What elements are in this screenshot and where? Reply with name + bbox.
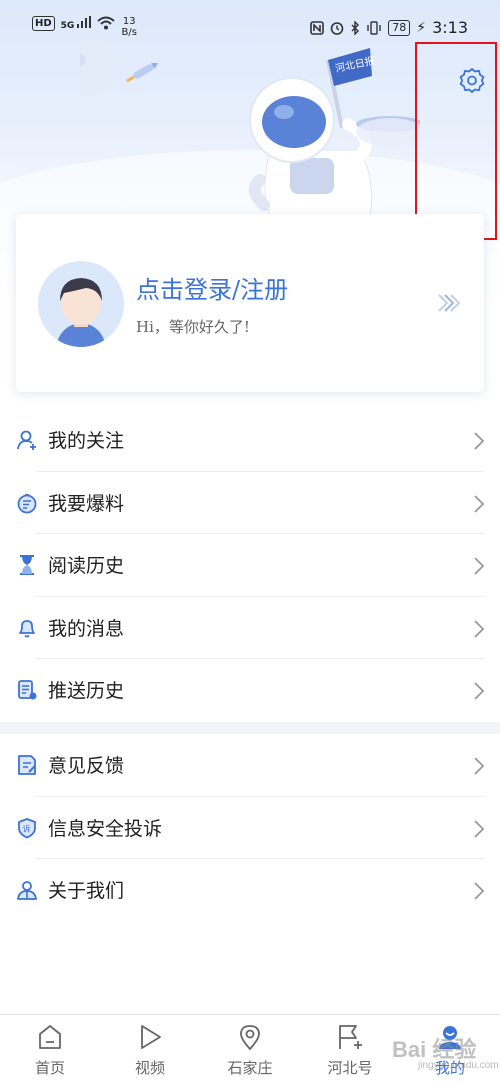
nav-label: 视频 bbox=[134, 1059, 165, 1077]
user-follow-icon bbox=[17, 430, 36, 450]
charging-icon: ⚡ bbox=[416, 19, 427, 36]
battery-level: 78 bbox=[388, 19, 411, 36]
alarm-icon bbox=[330, 21, 344, 35]
clock: 3:13 bbox=[432, 18, 468, 37]
nav-label: 首页 bbox=[34, 1059, 65, 1077]
net-speed-unit: B/s bbox=[121, 27, 137, 38]
menu-group-secondary: 意见反馈 诉 信息安全投诉 关于我们 bbox=[0, 734, 500, 922]
status-left: HD 5G 13 B/s bbox=[32, 16, 137, 38]
profile-icon bbox=[439, 1026, 461, 1049]
bell-icon bbox=[19, 619, 35, 637]
menu-item-my-follow[interactable]: 我的关注 bbox=[0, 409, 500, 472]
play-icon bbox=[141, 1025, 161, 1049]
menu-item-label: 意见反馈 bbox=[48, 755, 125, 777]
nav-label: 我的 bbox=[434, 1059, 465, 1077]
wifi-icon bbox=[97, 16, 116, 30]
astronaut-illustration: 河北日报 bbox=[80, 40, 420, 216]
menu-item-about-us[interactable]: 关于我们 bbox=[0, 859, 500, 922]
login-card[interactable]: 点击登录/注册 Hi，等你好久了! bbox=[16, 214, 484, 392]
menu-item-reading-history[interactable]: 阅读历史 bbox=[0, 534, 500, 597]
location-pin-icon bbox=[240, 1025, 260, 1051]
net-speed-value: 13 bbox=[122, 16, 136, 27]
chevron-right-icon bbox=[474, 494, 485, 513]
nav-label: 河北号 bbox=[327, 1059, 373, 1077]
signal-bars-icon bbox=[77, 16, 92, 28]
bluetooth-icon bbox=[351, 20, 360, 35]
menu-item-label: 阅读历史 bbox=[48, 555, 125, 577]
menu-item-my-messages[interactable]: 我的消息 bbox=[0, 597, 500, 659]
nav-tab-mine[interactable]: 我的 bbox=[400, 1015, 500, 1084]
double-chevron-right-icon bbox=[438, 294, 461, 312]
nav-tab-hebei-account[interactable]: 河北号 bbox=[300, 1015, 400, 1084]
nfc-icon bbox=[310, 20, 325, 35]
nav-tab-home[interactable]: 首页 bbox=[0, 1015, 100, 1084]
menu-section-separator bbox=[0, 722, 500, 734]
flag-plus-icon bbox=[339, 1025, 362, 1049]
gear-icon bbox=[459, 68, 485, 93]
menu-item-security-complaint[interactable]: 诉 信息安全投诉 bbox=[0, 797, 500, 859]
chevron-right-icon bbox=[474, 432, 485, 450]
avatar[interactable] bbox=[38, 261, 124, 347]
signal-indicator: 5G bbox=[61, 16, 92, 31]
chevron-right-icon bbox=[474, 619, 485, 638]
menu-item-report[interactable]: 我要爆料 bbox=[0, 472, 500, 534]
chevron-right-icon bbox=[474, 682, 485, 700]
chevron-right-icon bbox=[474, 882, 485, 900]
menu-group-primary: 我的关注 我要爆料 阅读历史 我的消息 推送历史 bbox=[0, 409, 500, 722]
hourglass-icon bbox=[20, 555, 34, 575]
hd-indicator: HD bbox=[32, 16, 55, 31]
nav-label: 石家庄 bbox=[227, 1059, 273, 1077]
nav-tab-video[interactable]: 视频 bbox=[100, 1015, 200, 1084]
chevron-right-icon bbox=[474, 557, 485, 575]
net-speed: 13 B/s bbox=[121, 16, 136, 38]
login-subtitle: Hi，等你好久了! bbox=[136, 318, 250, 336]
vibrate-icon bbox=[367, 20, 381, 35]
menu-item-label: 关于我们 bbox=[48, 880, 125, 902]
menu-item-label: 我的关注 bbox=[48, 430, 125, 452]
home-icon bbox=[39, 1025, 61, 1049]
menu-item-push-history[interactable]: 推送历史 bbox=[0, 659, 500, 722]
push-history-icon bbox=[18, 680, 37, 700]
report-icon bbox=[17, 493, 37, 513]
menu-item-feedback[interactable]: 意见反馈 bbox=[0, 734, 500, 797]
chevron-right-icon bbox=[474, 819, 485, 838]
shield-icon: 诉 bbox=[18, 817, 36, 838]
feedback-icon bbox=[18, 755, 36, 775]
menu-item-label: 我要爆料 bbox=[48, 492, 125, 515]
status-right: 78 ⚡ 3:13 bbox=[310, 18, 468, 37]
menu-item-label: 推送历史 bbox=[48, 680, 125, 702]
svg-text:诉: 诉 bbox=[23, 823, 31, 833]
chevron-right-icon bbox=[474, 757, 485, 775]
default-avatar-icon bbox=[56, 278, 106, 347]
menu-item-label: 信息安全投诉 bbox=[48, 817, 163, 840]
settings-button[interactable] bbox=[458, 66, 486, 94]
nav-tab-shijiazhuang[interactable]: 石家庄 bbox=[200, 1015, 300, 1084]
login-register-link[interactable]: 点击登录/注册 bbox=[136, 270, 288, 305]
about-us-icon bbox=[17, 881, 37, 900]
login-arrow[interactable] bbox=[436, 292, 462, 314]
bottom-navigation: 首页 视频 石家庄 河北号 我的 bbox=[0, 1014, 500, 1084]
menu-item-label: 我的消息 bbox=[48, 617, 125, 640]
network-type: 5G bbox=[60, 21, 75, 31]
